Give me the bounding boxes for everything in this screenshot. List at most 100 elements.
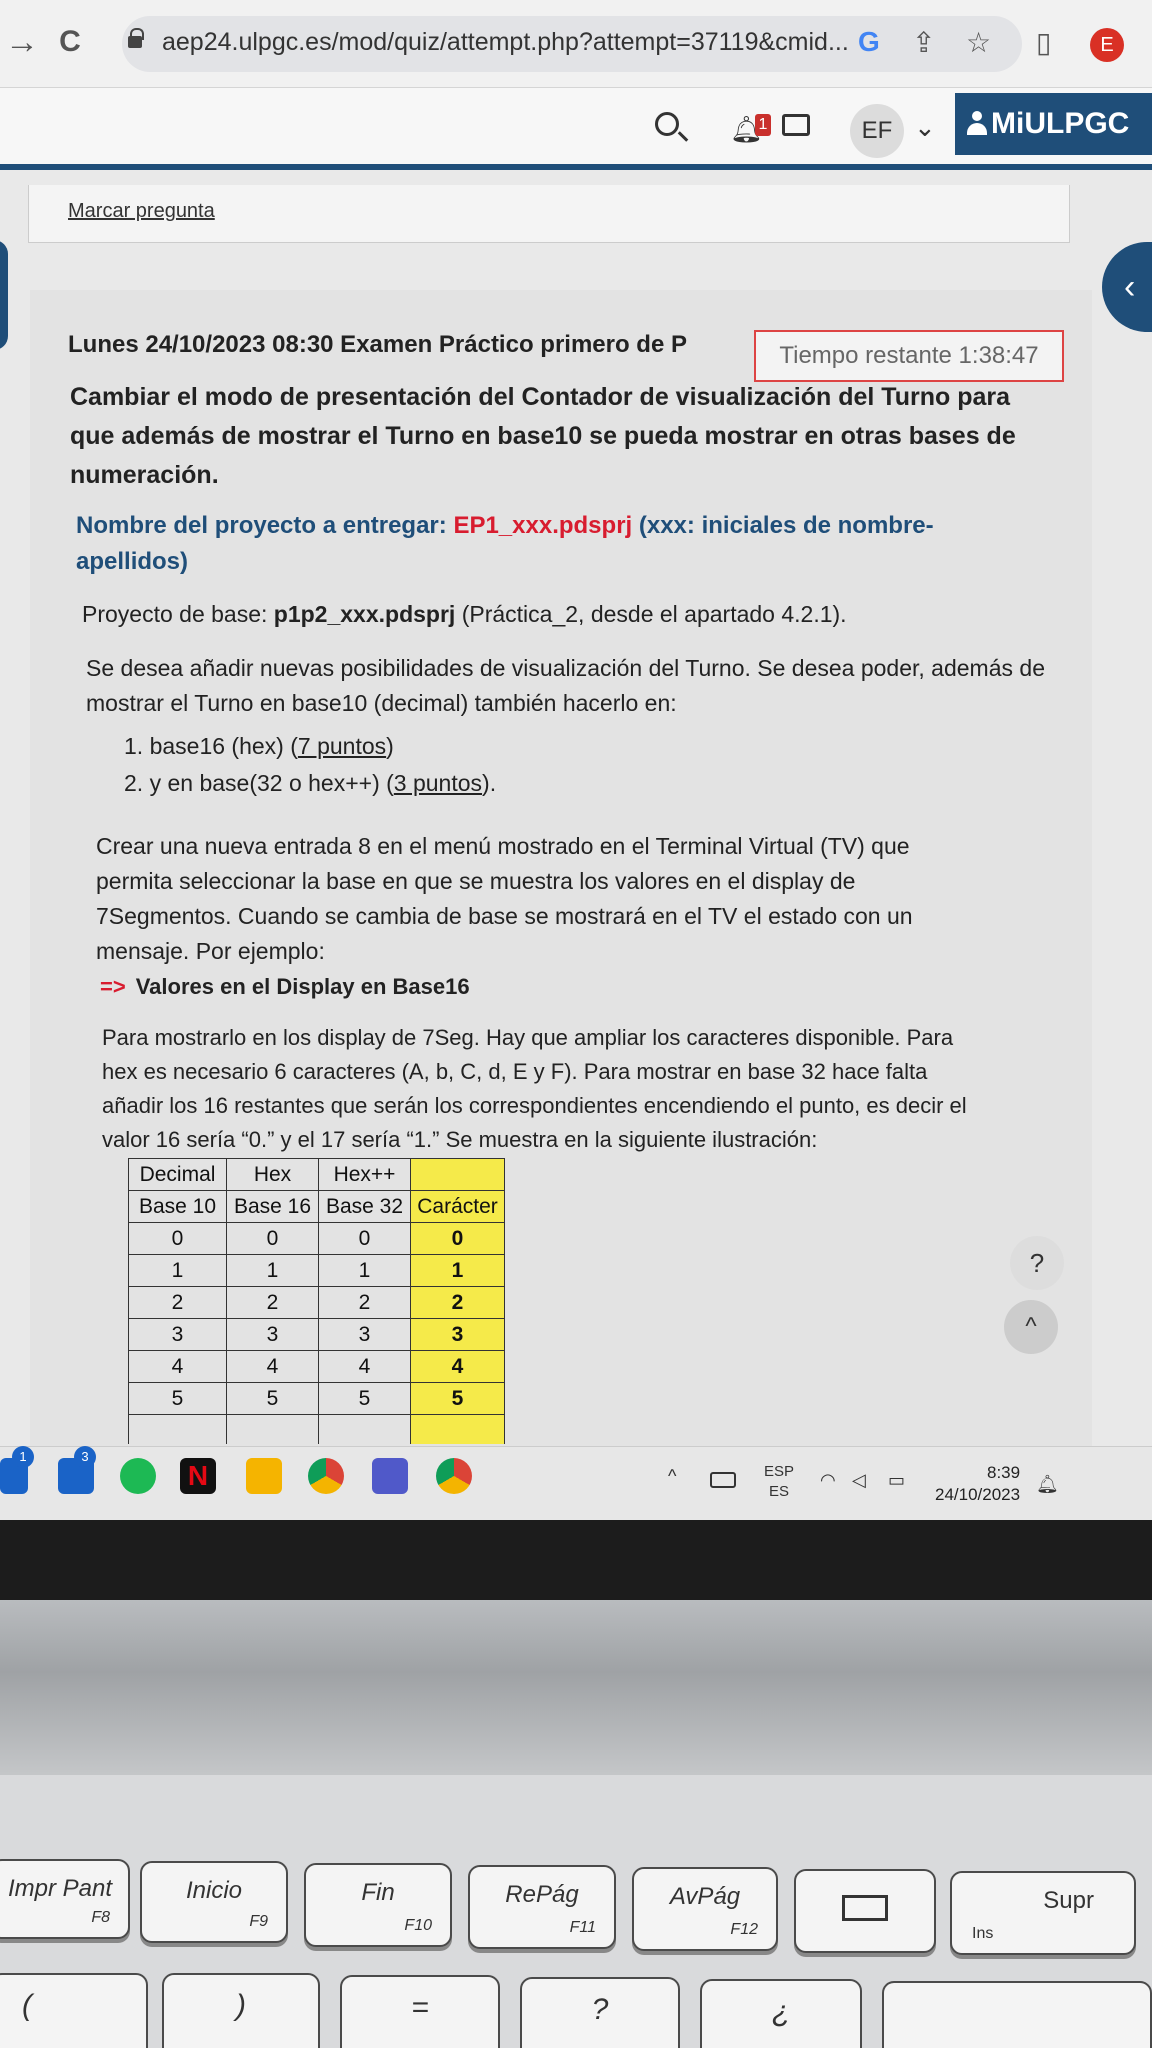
key-inverted-question[interactable]: ¿: [700, 1979, 862, 2048]
key-backspace[interactable]: [882, 1981, 1152, 2048]
chat-icon[interactable]: [782, 114, 810, 136]
table-cell: 5: [226, 1382, 319, 1415]
table-cell: 4: [410, 1350, 505, 1383]
miulpgc-button[interactable]: MiULPGC: [955, 93, 1152, 155]
url-text[interactable]: aep24.ulpgc.es/mod/quiz/attempt.php?atte…: [162, 28, 849, 57]
key-label: ): [236, 1989, 246, 2022]
miulpgc-label: MiULPGC: [991, 107, 1130, 140]
share-icon[interactable]: ⇪: [912, 26, 935, 59]
key-close-paren[interactable]: ): [162, 1973, 320, 2048]
table-cell: 1: [318, 1254, 411, 1287]
chrome-profile-icon[interactable]: [436, 1458, 472, 1494]
clock-time: 8:39: [987, 1463, 1021, 1482]
flag-question-link[interactable]: Marcar pregunta: [68, 200, 215, 223]
list-number: 1.: [124, 733, 144, 759]
key-label: AvPág: [669, 1883, 741, 1910]
table-cell: 5: [318, 1382, 411, 1415]
key-equals[interactable]: =: [340, 1975, 500, 2048]
projection-icon: [842, 1895, 888, 1921]
side-panel-icon[interactable]: ▯: [1036, 26, 1051, 59]
key-label: ?: [591, 1993, 609, 2026]
key-label: (: [22, 1989, 32, 2022]
arrow-icon: =>: [100, 974, 126, 999]
battery-icon[interactable]: ▭: [888, 1470, 905, 1491]
table-row: 2222: [128, 1286, 505, 1319]
key-supr[interactable]: Supr Ins: [950, 1871, 1136, 1955]
table-cell: [410, 1414, 505, 1444]
table-cell: 4: [128, 1350, 227, 1383]
option-end: ): [386, 733, 394, 759]
screen: → C aep24.ulpgc.es/mod/quiz/attempt.php?…: [0, 0, 1152, 1520]
task-title: Cambiar el modo de presentación del Cont…: [70, 383, 1016, 489]
outlook-badge: 1: [12, 1446, 34, 1468]
drawer-toggle-button[interactable]: ‹: [1102, 242, 1152, 332]
points-link: 7 puntos: [297, 733, 387, 759]
chrome-icon[interactable]: [308, 1458, 344, 1494]
key-repag[interactable]: RePág F11: [468, 1865, 616, 1949]
table-cell: 2: [128, 1286, 227, 1319]
chevron-up-icon[interactable]: ^: [668, 1466, 676, 1487]
file-explorer-icon[interactable]: [246, 1458, 282, 1494]
key-impr-pant[interactable]: Impr Pant F8: [0, 1859, 130, 1939]
notifications-bell-icon[interactable]: 🔔︎: [1036, 1474, 1059, 1495]
base-suffix: (Práctica_2, desde el apartado 4.2.1).: [455, 601, 847, 627]
character-table: Decimal Hex Hex++ Base 10 Base 16 Base 3…: [128, 1158, 505, 1444]
key-question[interactable]: ?: [520, 1977, 680, 2048]
reload-icon[interactable]: C: [50, 22, 90, 62]
table-cell: 2: [410, 1286, 505, 1319]
table-cell: 3: [410, 1318, 505, 1351]
key-sublabel: Ins: [972, 1925, 994, 1942]
search-icon[interactable]: [655, 112, 679, 136]
left-drawer-edge[interactable]: [0, 240, 8, 350]
netflix-icon[interactable]: N: [180, 1458, 216, 1494]
keyboard-icon[interactable]: [710, 1472, 736, 1488]
user-avatar[interactable]: EF: [850, 104, 904, 158]
table-header-row: Base 10 Base 16 Base 32 Carácter: [128, 1190, 505, 1223]
key-open-paren[interactable]: (: [0, 1973, 148, 2048]
table-cell: 3: [226, 1318, 319, 1351]
help-button[interactable]: ?: [1010, 1236, 1064, 1290]
intro-text: Se desea añadir nuevas posibilidades de …: [86, 655, 1045, 716]
table-cell: 4: [226, 1350, 319, 1383]
menu-text: Crear una nueva entrada 8 en el menú mos…: [96, 833, 913, 964]
bookmark-star-icon[interactable]: ☆: [966, 26, 991, 59]
table-row: 3333: [128, 1318, 505, 1351]
key-inicio[interactable]: Inicio F9: [140, 1861, 288, 1943]
clock[interactable]: 8:39 24/10/2023: [935, 1462, 1020, 1506]
key-avpag[interactable]: AvPág F12: [632, 1867, 778, 1951]
key-fin[interactable]: Fin F10: [304, 1863, 452, 1947]
table-cell: 0: [128, 1222, 227, 1255]
key-label: Impr Pant: [7, 1875, 113, 1902]
exam-title: Lunes 24/10/2023 08:30 Examen Práctico p…: [68, 331, 687, 358]
status-example-text: Valores en el Display en Base16: [135, 974, 470, 999]
forward-arrow-icon[interactable]: →: [2, 22, 42, 62]
teams-icon[interactable]: [372, 1458, 408, 1494]
table-row: 4444: [128, 1350, 505, 1383]
wifi-icon[interactable]: ◠: [820, 1470, 836, 1491]
table-cell: 0: [226, 1222, 319, 1255]
key-sublabel: F11: [569, 1919, 596, 1936]
base-file: p1p2_xxx.pdsprj: [273, 601, 456, 627]
language-indicator[interactable]: ESP ES: [764, 1462, 794, 1502]
table-cell: 5: [410, 1382, 505, 1415]
chevron-down-icon[interactable]: ⌄: [914, 112, 936, 143]
key-label: =: [411, 1991, 429, 2024]
scroll-top-button[interactable]: ^: [1004, 1300, 1058, 1354]
volume-icon[interactable]: ◁: [852, 1470, 866, 1491]
browser-profile-avatar[interactable]: E: [1090, 28, 1124, 62]
table-header: Base 16: [226, 1190, 319, 1223]
spotify-icon[interactable]: [120, 1458, 156, 1494]
table-cell: 2: [318, 1286, 411, 1319]
key-label: Fin: [361, 1879, 395, 1906]
google-icon[interactable]: G: [858, 26, 880, 58]
table-cell: 3: [318, 1318, 411, 1351]
points-link: 3 puntos: [393, 770, 483, 796]
option-text: base16 (hex) (: [149, 733, 298, 759]
key-projection[interactable]: [794, 1869, 936, 1953]
key-sublabel: F10: [404, 1917, 432, 1934]
table-header: Base 32: [318, 1190, 411, 1223]
browser-toolbar: → C aep24.ulpgc.es/mod/quiz/attempt.php?…: [0, 0, 1152, 88]
key-label: Supr: [1043, 1887, 1094, 1914]
table-cell: 1: [128, 1254, 227, 1287]
table-header: Carácter: [410, 1190, 505, 1223]
